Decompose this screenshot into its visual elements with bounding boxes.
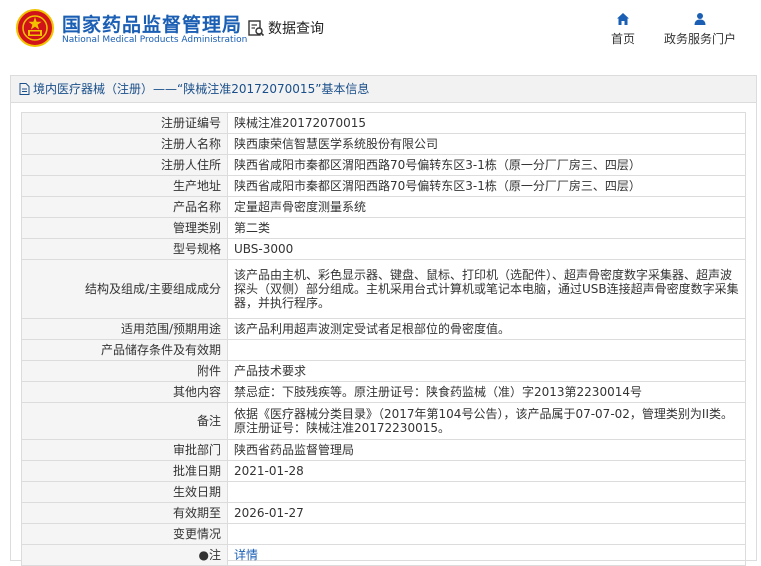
details-link[interactable]: 详情 — [234, 548, 258, 562]
national-emblem-icon — [16, 9, 54, 47]
row-label: 附件 — [21, 360, 228, 382]
row-value: 陕西省咸阳市秦都区渭阳西路70号偏转东区3-1栋（原一分厂厂房三、四层） — [227, 154, 746, 176]
row-value: UBS-3000 — [227, 238, 746, 260]
table-row: 生产地址 陕西省咸阳市秦都区渭阳西路70号偏转东区3-1栋（原一分厂厂房三、四层） — [21, 175, 746, 197]
row-value: 该产品利用超声波测定受试者足根部位的骨密度值。 — [227, 318, 746, 340]
panel-title-bar: 境内医疗器械（注册）——“陕械注准20172070015”基本信息 — [11, 76, 756, 103]
table-row: 生效日期 — [21, 481, 746, 503]
row-value — [227, 481, 746, 503]
table-row: 产品储存条件及有效期 — [21, 339, 746, 361]
table-row: 型号规格 UBS-3000 — [21, 238, 746, 260]
row-label: 管理类别 — [21, 217, 228, 239]
row-value — [227, 523, 746, 545]
row-value: 陕西省咸阳市秦都区渭阳西路70号偏转东区3-1栋（原一分厂厂房三、四层） — [227, 175, 746, 197]
table-row: 注册证编号 陕械注准20172070015 — [21, 112, 746, 134]
row-label: 结构及组成/主要组成成分 — [21, 259, 228, 319]
table-row: 其他内容 禁忌症：下肢残疾等。原注册证号：陕食药监械（准）字2013第223001… — [21, 381, 746, 403]
note-label: 注 — [208, 548, 221, 562]
row-label: 注册人名称 — [21, 133, 228, 155]
data-query-label: 数据查询 — [268, 21, 324, 37]
row-label: 注册人住所 — [21, 154, 228, 176]
row-label: 型号规格 — [21, 238, 228, 260]
table-row: 适用范围/预期用途 该产品利用超声波测定受试者足根部位的骨密度值。 — [21, 318, 746, 340]
nav-home[interactable]: 首页 — [606, 12, 640, 47]
row-label: 变更情况 — [21, 523, 228, 545]
table-row: 有效期至 2026-01-27 — [21, 502, 746, 524]
row-value: 详情 — [227, 544, 746, 566]
row-value: 第二类 — [227, 217, 746, 239]
document-icon — [19, 83, 30, 95]
row-label: 产品名称 — [21, 196, 228, 218]
table-row: 变更情况 — [21, 523, 746, 545]
user-icon — [694, 13, 706, 25]
row-value: 2021-01-28 — [227, 460, 746, 482]
table-row: 注册人名称 陕西康荣信智慧医学系统股份有限公司 — [21, 133, 746, 155]
table-row: 审批部门 陕西省药品监督管理局 — [21, 439, 746, 461]
row-value: 依据《医疗器械分类目录》（2017年第104号公告），该产品属于07-07-02… — [227, 402, 746, 440]
table-row: 备注 依据《医疗器械分类目录》（2017年第104号公告），该产品属于07-07-… — [21, 402, 746, 440]
brand-subtitle: National Medical Products Administration — [62, 35, 248, 45]
row-value: 禁忌症：下肢残疾等。原注册证号：陕食药监械（准）字2013第2230014号 — [227, 381, 746, 403]
home-icon — [617, 13, 629, 25]
panel-title: 境内医疗器械（注册）——“陕械注准20172070015”基本信息 — [33, 82, 370, 96]
row-label: 备注 — [21, 402, 228, 440]
row-label-note: ●注 — [21, 544, 228, 566]
row-value: 产品技术要求 — [227, 360, 746, 382]
search-doc-icon — [248, 20, 265, 37]
table-row: 附件 产品技术要求 — [21, 360, 746, 382]
row-label: 适用范围/预期用途 — [21, 318, 228, 340]
nav-home-label: 首页 — [610, 32, 635, 46]
nav-services-label: 政务服务门户 — [663, 32, 736, 46]
row-label: 注册证编号 — [21, 112, 228, 134]
row-value: 2026-01-27 — [227, 502, 746, 524]
detail-panel: 境内医疗器械（注册）——“陕械注准20172070015”基本信息 注册证编号陕… — [10, 75, 757, 566]
row-label: 批准日期 — [21, 460, 228, 482]
row-value: 陕西省药品监督管理局 — [227, 439, 746, 461]
site-header: 国家药品监督管理局 National Medical Products Admi… — [0, 0, 761, 60]
table-row: 结构及组成/主要组成成分 该产品由主机、彩色显示器、键盘、鼠标、打印机（选配件）、… — [21, 259, 746, 319]
table-row: 批准日期 2021-01-28 — [21, 460, 746, 482]
row-label: 产品储存条件及有效期 — [21, 339, 228, 361]
brand-title[interactable]: 国家药品监督管理局 — [62, 10, 242, 37]
registration-info-table: 注册证编号 陕械注准20172070015 注册人名称 陕西康荣信智慧医学系统股份有… — [21, 112, 746, 566]
row-label: 其他内容 — [21, 381, 228, 403]
row-value: 该产品由主机、彩色显示器、键盘、鼠标、打印机（选配件）、超声骨密度数字采集器、超… — [227, 259, 746, 319]
row-label: 生效日期 — [21, 481, 228, 503]
table-row: 产品名称 定量超声骨密度测量系统 — [21, 196, 746, 218]
row-value: 陕西康荣信智慧医学系统股份有限公司 — [227, 133, 746, 155]
row-label: 审批部门 — [21, 439, 228, 461]
row-value: 陕械注准20172070015 — [227, 112, 746, 134]
row-value: 定量超声骨密度测量系统 — [227, 196, 746, 218]
row-label: 生产地址 — [21, 175, 228, 197]
table-row: 注册人住所 陕西省咸阳市秦都区渭阳西路70号偏转东区3-1栋（原一分厂厂房三、四层… — [21, 154, 746, 176]
row-value — [227, 339, 746, 361]
row-label: 有效期至 — [21, 502, 228, 524]
table-row: ●注 详情 — [21, 544, 746, 566]
nav-services[interactable]: 政务服务门户 — [660, 12, 740, 47]
lightbulb-icon: ● — [198, 548, 209, 562]
table-row: 管理类别 第二类 — [21, 217, 746, 239]
data-query-link[interactable]: 数据查询 — [247, 18, 324, 38]
